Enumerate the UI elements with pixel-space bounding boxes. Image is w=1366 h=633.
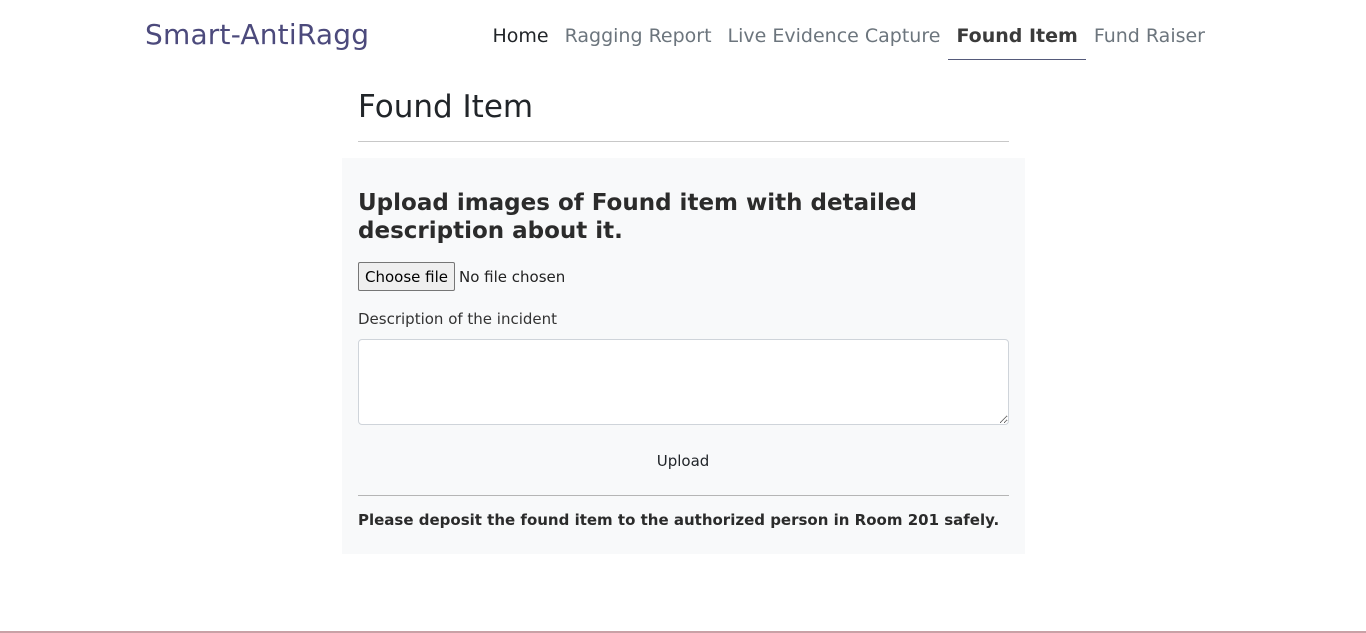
nav-link-fund-raiser[interactable]: Fund Raiser [1086, 22, 1213, 60]
navbar: Smart-AntiRagg Home Ragging Report Live … [0, 0, 1366, 72]
choose-file-button[interactable]: Choose file [358, 262, 455, 291]
upload-button[interactable]: Upload [641, 448, 725, 474]
title-divider [358, 141, 1009, 142]
file-status-text: No file chosen [459, 267, 566, 286]
form-divider [358, 495, 1009, 496]
nav-links: Home Ragging Report Live Evidence Captur… [484, 22, 1213, 60]
page-title: Found Item [358, 89, 534, 125]
nav-link-live-evidence-capture[interactable]: Live Evidence Capture [720, 22, 949, 60]
deposit-notice: Please deposit the found item to the aut… [358, 511, 1000, 529]
nav-link-ragging-report[interactable]: Ragging Report [557, 22, 720, 60]
file-input: Choose file No file chosen [358, 262, 565, 291]
description-textarea[interactable] [358, 339, 1009, 425]
description-label: Description of the incident [358, 310, 558, 328]
brand-logo-link[interactable]: Smart-AntiRagg [145, 16, 369, 54]
nav-link-found-item[interactable]: Found Item [948, 22, 1086, 60]
form-heading: Upload images of Found item with detaile… [358, 190, 917, 244]
nav-link-home[interactable]: Home [484, 22, 556, 60]
found-item-form-panel: Upload images of Found item with detaile… [342, 158, 1025, 554]
